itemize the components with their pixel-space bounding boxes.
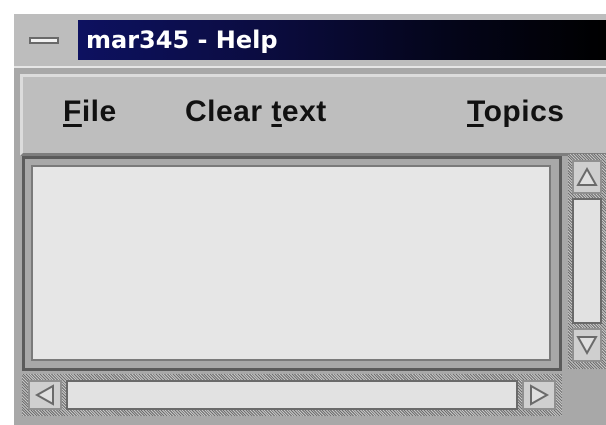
window-menu-icon[interactable] [24,26,64,54]
arrow-down-icon[interactable] [572,328,602,362]
menu-file-label: ile [81,95,117,128]
window-menu-dash [29,36,59,44]
menu-topics-mnemonic: T [467,95,484,128]
horizontal-scroll-thumb[interactable] [66,380,518,410]
menu-bar: File Clear text Topics [20,74,606,156]
arrow-left-icon[interactable] [28,380,62,410]
scrollbar-corner [568,374,606,416]
menu-topics[interactable]: Topics [467,95,564,129]
menu-clear-text-prefix: Clear [185,95,272,128]
arrow-up-icon[interactable] [572,160,602,194]
menu-clear-text-label: ext [281,95,327,128]
help-text-area[interactable] [31,165,551,361]
horizontal-scrollbar[interactable] [22,374,562,416]
menu-clear-text-mnemonic: t [271,95,282,128]
vertical-scrollbar[interactable] [568,154,606,369]
text-frame [22,156,562,371]
window-title: mar345 - Help [86,26,278,54]
arrow-right-icon[interactable] [522,380,556,410]
menu-topics-label: opics [483,95,565,128]
window-title-bar[interactable]: mar345 - Help [78,20,606,60]
menu-file[interactable]: File [63,95,117,129]
menu-file-mnemonic: F [63,95,82,128]
menu-clear-text[interactable]: Clear text [185,95,327,129]
title-bar[interactable]: mar345 - Help [14,14,606,68]
vertical-scroll-thumb[interactable] [572,198,602,324]
help-window: mar345 - Help File Clear text Topics [14,14,606,425]
